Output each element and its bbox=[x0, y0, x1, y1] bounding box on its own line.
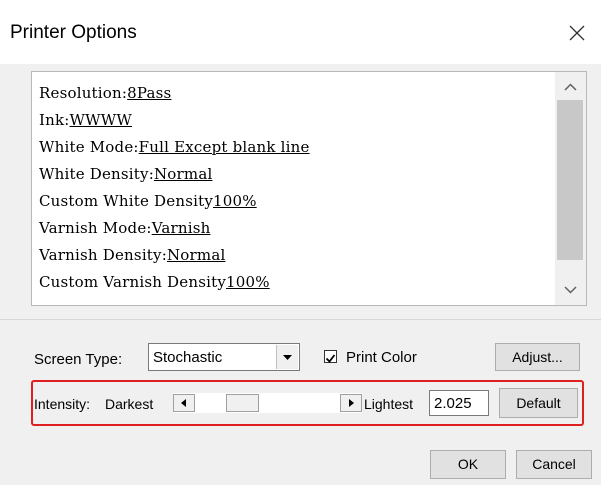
slider-right-button[interactable] bbox=[340, 394, 362, 412]
checkmark-icon bbox=[325, 354, 336, 363]
close-button[interactable] bbox=[561, 17, 593, 49]
vertical-scrollbar[interactable] bbox=[555, 72, 586, 305]
setting-label: White Mode: bbox=[39, 138, 139, 156]
setting-value: Varnish bbox=[151, 219, 211, 237]
setting-value: 100% bbox=[213, 192, 257, 210]
settings-line: White Density:Normal bbox=[39, 161, 554, 188]
intensity-value-input[interactable]: 2.025 bbox=[429, 390, 489, 416]
default-button[interactable]: Default bbox=[499, 388, 578, 418]
settings-summary-list[interactable]: Resolution:8Pass Ink:WWWW White Mode:Full … bbox=[31, 71, 587, 306]
screen-type-dropdown-button[interactable] bbox=[276, 345, 298, 369]
intensity-label: Intensity: bbox=[34, 396, 91, 412]
setting-label: Custom White Density bbox=[39, 192, 213, 210]
close-icon bbox=[569, 25, 585, 41]
intensity-slider[interactable] bbox=[173, 393, 362, 413]
settings-line: Ink:WWWW bbox=[39, 107, 554, 134]
setting-value: 8Pass bbox=[127, 84, 172, 102]
setting-label: Ink: bbox=[39, 111, 70, 129]
screen-type-select[interactable]: Stochastic bbox=[148, 343, 300, 371]
setting-value: Full Except blank line bbox=[138, 138, 310, 156]
arrow-left-icon bbox=[181, 399, 186, 407]
settings-line: Varnish Density:Normal bbox=[39, 242, 554, 269]
setting-label: Resolution: bbox=[39, 84, 128, 102]
settings-line: White Mode:Full Except blank line bbox=[39, 134, 554, 161]
settings-line: Resolution:8Pass bbox=[39, 80, 554, 107]
scroll-thumb[interactable] bbox=[557, 100, 583, 260]
cancel-button[interactable]: Cancel bbox=[516, 450, 592, 479]
screen-type-label: Screen Type: bbox=[34, 351, 123, 368]
chevron-down-icon bbox=[564, 286, 577, 294]
setting-value: Normal bbox=[166, 246, 226, 264]
adjust-button[interactable]: Adjust... bbox=[495, 343, 580, 371]
setting-label: White Density: bbox=[39, 165, 154, 183]
setting-value: WWWW bbox=[69, 111, 133, 129]
settings-line: Varnish Mode:Varnish bbox=[39, 215, 554, 242]
intensity-value: 2.025 bbox=[434, 395, 472, 412]
printer-options-dialog: Printer Options Resolution:8Pass Ink:WWWW… bbox=[0, 0, 601, 485]
chevron-up-icon bbox=[564, 83, 577, 91]
print-color-label: Print Color bbox=[346, 349, 417, 366]
setting-label: Varnish Density: bbox=[39, 246, 167, 264]
screen-type-value: Stochastic bbox=[153, 349, 223, 366]
darkest-label: Darkest bbox=[105, 396, 154, 412]
title-bar: Printer Options bbox=[0, 0, 601, 64]
ok-button[interactable]: OK bbox=[430, 450, 506, 479]
print-color-checkbox[interactable] bbox=[324, 350, 337, 363]
setting-label: Custom Varnish Density bbox=[39, 273, 227, 291]
scroll-down-button[interactable] bbox=[555, 277, 586, 303]
slider-left-button[interactable] bbox=[173, 394, 195, 412]
setting-label: Varnish Mode: bbox=[39, 219, 152, 237]
setting-value: Normal bbox=[153, 165, 213, 183]
arrow-right-icon bbox=[349, 399, 354, 407]
setting-value: 100% bbox=[226, 273, 270, 291]
dialog-title: Printer Options bbox=[10, 22, 137, 43]
caret-down-icon bbox=[283, 355, 292, 360]
slider-thumb[interactable] bbox=[226, 394, 259, 412]
settings-line: Custom Varnish Density100% bbox=[39, 269, 554, 296]
divider bbox=[0, 319, 601, 320]
settings-lines: Resolution:8Pass Ink:WWWW White Mode:Full … bbox=[39, 80, 554, 296]
scroll-up-button[interactable] bbox=[555, 74, 586, 100]
settings-line: Custom White Density100% bbox=[39, 188, 554, 215]
lightest-label: Lightest bbox=[364, 396, 414, 412]
